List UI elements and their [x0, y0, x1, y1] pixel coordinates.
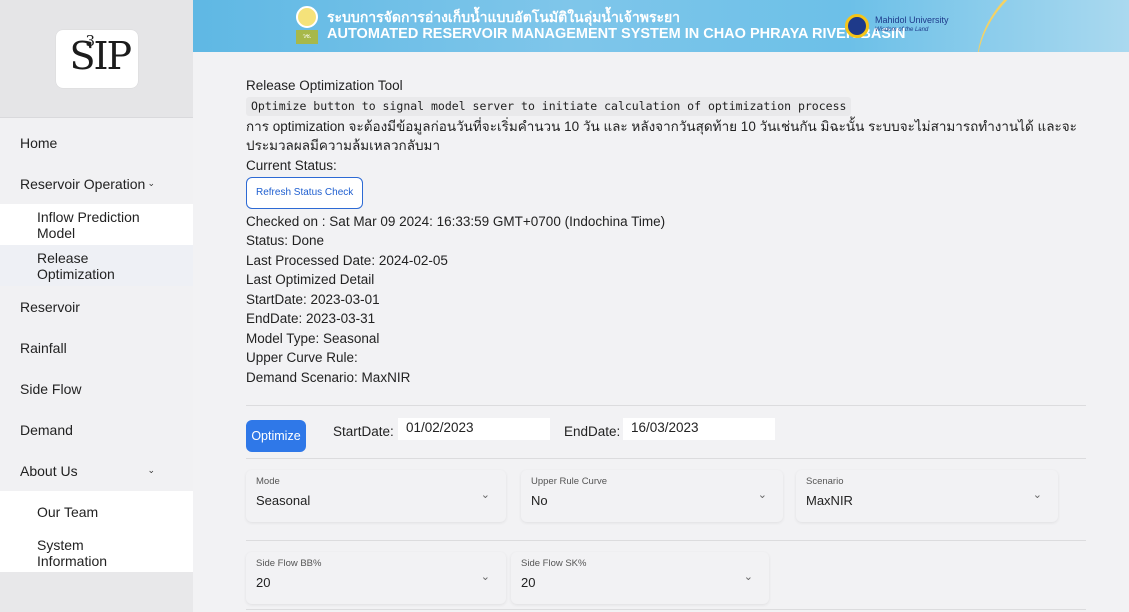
- sidebar-item-demand[interactable]: Demand: [0, 409, 193, 450]
- divider: [246, 609, 1086, 610]
- sidebar-item-side-flow[interactable]: Side Flow: [0, 368, 193, 409]
- sidebar-item-system-information[interactable]: System Information: [0, 532, 193, 573]
- chevron-down-icon: ⌄: [480, 489, 490, 501]
- checked-on-text: Checked on : Sat Mar 09 2024: 16:33:59 G…: [246, 213, 666, 229]
- select-label: Side Flow SK%: [521, 558, 587, 569]
- select-value: MaxNIR: [806, 493, 853, 508]
- optimized-end-date: EndDate: 2023-03-31: [246, 311, 376, 326]
- decorative-swoosh: [946, 0, 1082, 52]
- chevron-down-icon: ⌄: [743, 571, 753, 583]
- select-value: Seasonal: [256, 493, 311, 508]
- chevron-down-icon: ⌄: [147, 465, 155, 475]
- select-label: Upper Rule Curve: [531, 476, 608, 487]
- sidebar-item-inflow-prediction-model[interactable]: Inflow Prediction Model: [0, 204, 193, 245]
- sidebar-item-label: Our Team: [37, 503, 99, 520]
- sidebar-nav: Home Reservoir Operation ⌄ Inflow Predict…: [0, 122, 193, 573]
- demand-scenario: Demand Scenario: MaxNIR: [246, 369, 411, 385]
- chevron-down-icon: ⌄: [757, 489, 767, 501]
- sidebar-footer: [0, 572, 193, 612]
- status-text: Status: Done: [246, 233, 325, 248]
- sidebar-item-label: Inflow Prediction Model: [37, 208, 140, 241]
- sidebar-item-label: Reservoir Operation: [20, 175, 146, 192]
- emblem-seal: [296, 6, 318, 28]
- sidebar-item-label: Rainfall: [20, 339, 67, 356]
- refresh-status-button[interactable]: Refresh Status Check: [246, 177, 364, 209]
- sidebar-item-release-optimization[interactable]: Release Optimization: [0, 245, 193, 286]
- select-label: Mode: [256, 476, 280, 487]
- mahidol-logo-icon: [845, 14, 869, 38]
- nrct-emblem-icon: วช.: [296, 6, 320, 44]
- scenario-select[interactable]: Scenario MaxNIR ⌄: [796, 470, 1058, 522]
- sidebar-item-label: Reservoir: [20, 298, 80, 315]
- sidebar-item-home[interactable]: Home: [0, 122, 193, 163]
- model-type: Model Type: Seasonal: [246, 330, 380, 346]
- sidebar-item-our-team[interactable]: Our Team: [0, 491, 193, 532]
- main-content: Release Optimization Tool Optimize butto…: [193, 52, 1129, 612]
- start-date-label: StartDate:: [333, 424, 394, 439]
- last-processed-date: Last Processed Date: 2024-02-05: [246, 252, 448, 268]
- chevron-down-icon: ⌄: [480, 571, 490, 583]
- start-date-input[interactable]: 01/02/2023: [398, 418, 550, 440]
- select-value: 20: [521, 575, 536, 590]
- sidebar-item-label: Release Optimization: [37, 249, 115, 282]
- divider: [246, 405, 1086, 406]
- end-date-input[interactable]: 16/03/2023: [623, 418, 775, 440]
- sidebar-item-label: About Us: [20, 462, 78, 479]
- select-label: Scenario: [806, 476, 844, 487]
- sidebar-item-label: Demand: [20, 421, 73, 438]
- sidebar-item-about-us[interactable]: About Us ⌄: [0, 450, 193, 491]
- header-banner: วช. ระบบการจัดการอ่างเก็บน้ำแบบอัตโนมัติ…: [193, 0, 1129, 52]
- optimize-button[interactable]: Optimize: [246, 420, 306, 452]
- chevron-down-icon: ⌄: [147, 178, 155, 188]
- sidebar-item-label: System Information: [37, 536, 108, 569]
- chevron-down-icon: ⌄: [1032, 489, 1042, 501]
- mode-select[interactable]: Mode Seasonal ⌄: [246, 470, 506, 522]
- sidebar-item-rainfall[interactable]: Rainfall: [0, 327, 193, 368]
- emblem-text: วช.: [296, 30, 318, 44]
- sidebar-item-label: Home: [20, 134, 58, 151]
- thai-instruction: การ optimization จะต้องมีข้อมูลก่อนวันที…: [246, 118, 1077, 154]
- end-date-label: EndDate:: [564, 424, 621, 439]
- select-value: No: [531, 493, 548, 508]
- divider: [246, 540, 1086, 541]
- logo-area: SIP 3: [0, 0, 193, 118]
- page-title: Release Optimization Tool: [246, 78, 403, 93]
- code-note: Optimize button to signal model server t…: [246, 96, 852, 116]
- banner-title-english: AUTOMATED RESERVOIR MANAGEMENT SYSTEM IN…: [327, 26, 906, 42]
- optimized-start-date: StartDate: 2023-03-01: [246, 291, 380, 307]
- divider: [246, 458, 1086, 459]
- partner-name: Mahidol University: [875, 15, 949, 25]
- side-flow-sk-select[interactable]: Side Flow SK% 20 ⌄: [511, 552, 769, 604]
- upper-curve-rule: Upper Curve Rule:: [246, 350, 358, 365]
- last-optimized-detail: Last Optimized Detail: [246, 272, 375, 287]
- side-flow-bb-select[interactable]: Side Flow BB% 20 ⌄: [246, 552, 506, 604]
- sidebar: SIP 3 Home Reservoir Operation ⌄ Inflow P…: [0, 0, 193, 612]
- upper-rule-curve-select[interactable]: Upper Rule Curve No ⌄: [521, 470, 783, 522]
- select-label: Side Flow BB%: [256, 558, 322, 569]
- logo-main-text: SIP: [69, 33, 133, 78]
- sidebar-item-label: Side Flow: [20, 380, 82, 397]
- optimization-info: Release Optimization Tool Optimize butto…: [246, 76, 1086, 387]
- sidebar-item-reservoir-operation[interactable]: Reservoir Operation ⌄: [0, 163, 193, 204]
- sidebar-item-reservoir[interactable]: Reservoir: [0, 286, 193, 327]
- current-status-label: Current Status:: [246, 157, 337, 173]
- s3ip-logo[interactable]: SIP 3: [55, 29, 138, 88]
- logo-superscript: 3: [85, 31, 96, 50]
- select-value: 20: [256, 575, 271, 590]
- partner-tagline: Wisdom of the Land: [875, 27, 929, 33]
